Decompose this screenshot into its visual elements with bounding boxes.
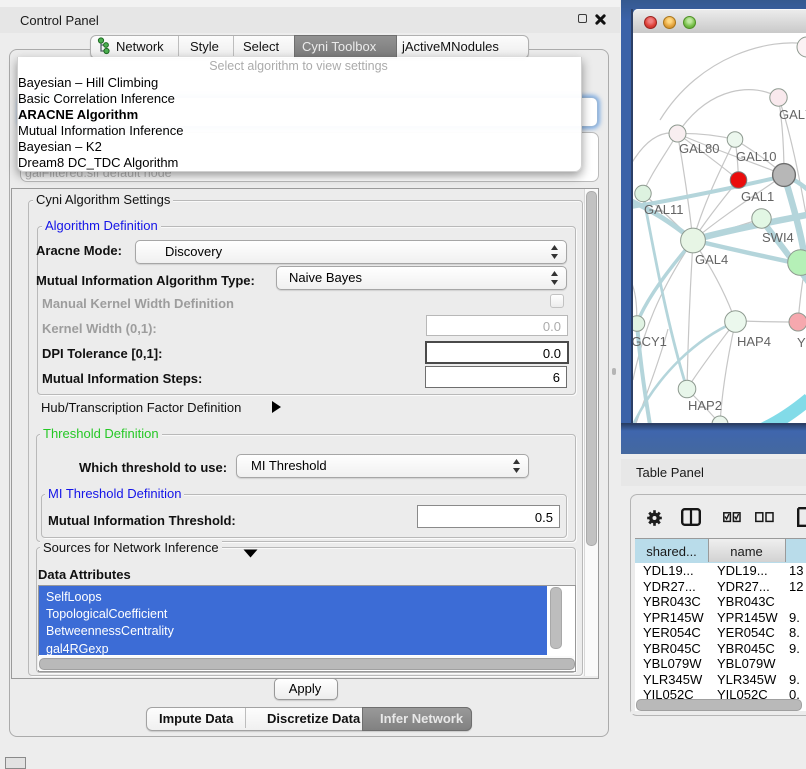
- svg-text:HAP4: HAP4: [737, 334, 771, 349]
- svg-text:SWI4: SWI4: [762, 230, 794, 245]
- svg-text:GAL11: GAL11: [644, 202, 684, 217]
- svg-text:GCY1: GCY1: [633, 334, 667, 349]
- svg-text:GAL7: GAL7: [779, 107, 806, 122]
- svg-text:Y: Y: [797, 335, 806, 350]
- svg-text:GAL10: GAL10: [736, 149, 776, 164]
- svg-text:HAP2: HAP2: [688, 398, 722, 413]
- svg-text:GAL80: GAL80: [679, 141, 719, 156]
- svg-text:GAL1: GAL1: [741, 189, 774, 204]
- svg-text:GAL4: GAL4: [695, 252, 728, 267]
